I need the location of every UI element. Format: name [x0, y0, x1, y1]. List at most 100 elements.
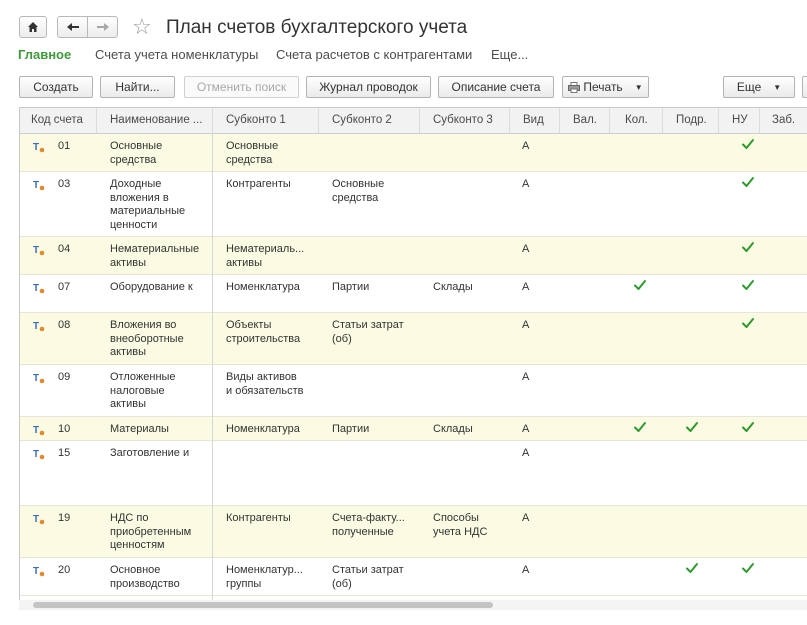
- table-header: Код счета Наименование ... Субконто 1 Су…: [20, 108, 807, 134]
- cell-subconto2: Основные средства: [332, 178, 385, 204]
- cell-subconto2: Статьи затрат (об): [332, 564, 404, 590]
- tab-nomenclature-accounts[interactable]: Счета учета номенклатуры: [95, 47, 258, 62]
- page-title: План счетов бухгалтерского учета: [166, 17, 468, 38]
- cell-subconto1: Номенклатур... группы: [226, 564, 303, 590]
- printer-icon: [568, 81, 581, 93]
- print-button[interactable]: Печать ▼: [562, 76, 649, 98]
- column-header-tax[interactable]: НУ: [719, 108, 760, 133]
- svg-text:T: T: [33, 425, 39, 436]
- cell-name: Вложения во внеоборотные активы: [110, 319, 184, 358]
- tax-check-icon: [741, 278, 755, 292]
- quantity-check-icon: [633, 420, 647, 434]
- arrow-left-icon: [66, 23, 79, 31]
- tax-check-icon: [741, 420, 755, 434]
- column-header-code[interactable]: Код счета: [20, 108, 97, 133]
- home-button[interactable]: [19, 16, 47, 38]
- cell-name: Отложенные налоговые активы: [110, 371, 176, 410]
- account-type-icon: T: [33, 513, 47, 525]
- account-type-icon: T: [33, 320, 47, 332]
- cell-kind: А: [522, 564, 530, 576]
- cell-name: Основные средства: [110, 140, 163, 166]
- cell-name: Материалы: [110, 423, 169, 435]
- cell-kind: А: [522, 243, 530, 255]
- forward-button[interactable]: [87, 16, 118, 38]
- back-button[interactable]: [57, 16, 88, 38]
- cell-subconto1: Контрагенты: [226, 178, 291, 190]
- cell-name: Заготовление и: [110, 447, 190, 459]
- cell-subconto1: Номенклатура: [226, 281, 300, 293]
- journal-button[interactable]: Журнал проводок: [306, 76, 431, 98]
- print-label: Печать: [583, 80, 623, 94]
- column-header-kind[interactable]: Вид: [510, 108, 560, 133]
- column-header-subconto1[interactable]: Субконто 1: [213, 108, 319, 133]
- cell-code: 01: [58, 140, 71, 152]
- chevron-down-icon: ▼: [634, 82, 643, 92]
- more-button[interactable]: Еще ▼: [723, 76, 795, 98]
- cell-kind: А: [522, 140, 530, 152]
- table-row[interactable]: T 10 Материалы Номенклатура Партии Склады А: [20, 417, 807, 441]
- account-type-icon: T: [33, 282, 47, 294]
- column-header-department[interactable]: Подр.: [663, 108, 719, 133]
- tab-counterparty-accounts[interactable]: Счета расчетов с контрагентами: [276, 47, 472, 62]
- account-type-icon: T: [33, 448, 47, 460]
- cell-subconto1: Нематериаль... активы: [226, 243, 305, 269]
- cell-subconto1: Основные средства: [226, 140, 279, 166]
- cell-code: 08: [58, 319, 71, 331]
- more-label: Еще: [736, 80, 762, 94]
- cancel-search-button[interactable]: Отменить поиск: [184, 76, 299, 98]
- cell-subconto3: Способы учета НДС: [433, 512, 488, 538]
- cell-subconto1: Объекты строительства: [226, 319, 301, 345]
- column-header-offbalance[interactable]: Заб.: [760, 108, 807, 133]
- create-button[interactable]: Создать: [19, 76, 93, 98]
- cell-kind: А: [522, 281, 530, 293]
- svg-text:T: T: [33, 514, 39, 525]
- cell-code: 20: [58, 564, 71, 576]
- table-row[interactable]: T 03 Доходные вложения в материальные ценн…: [20, 172, 807, 237]
- table-row[interactable]: T 20 Основное производство Номенклатур... г…: [20, 558, 807, 596]
- table-row[interactable]: T 08 Вложения во внеоборотные активы Объект…: [20, 313, 807, 365]
- create-label: Создать: [33, 80, 79, 94]
- cell-code: 15: [58, 447, 71, 459]
- table-row[interactable]: T 01 Основные средства Основные средства А: [20, 134, 807, 172]
- horizontal-scrollbar[interactable]: [19, 600, 807, 610]
- home-icon: [28, 22, 38, 32]
- column-header-quantity[interactable]: Кол.: [610, 108, 663, 133]
- tab-main[interactable]: Главное: [18, 47, 71, 62]
- tax-check-icon: [741, 175, 755, 189]
- account-description-button[interactable]: Описание счета: [438, 76, 554, 98]
- tax-check-icon: [741, 137, 755, 151]
- cell-kind: А: [522, 371, 530, 383]
- table-row[interactable]: T 07 Оборудование к Номенклатура Партии Склад…: [20, 275, 807, 313]
- svg-text:T: T: [33, 321, 39, 332]
- star-icon[interactable]: ☆: [132, 15, 152, 39]
- account-type-icon: T: [33, 244, 47, 256]
- cell-code: 10: [58, 423, 71, 435]
- column-header-subconto3[interactable]: Субконто 3: [420, 108, 510, 133]
- column-header-currency[interactable]: Вал.: [560, 108, 610, 133]
- column-divider: [212, 134, 213, 609]
- table-row[interactable]: T 15 Заготовление и А: [20, 441, 807, 506]
- accounts-table: Код счета Наименование ... Субконто 1 Су…: [19, 107, 807, 610]
- table-row[interactable]: T 09 Отложенные налоговые активы Виды актив…: [20, 365, 807, 417]
- cell-name: НДС по приобретенным ценностям: [110, 512, 192, 551]
- svg-text:T: T: [33, 245, 39, 256]
- description-label: Описание счета: [451, 80, 541, 94]
- find-button[interactable]: Найти...: [100, 76, 175, 98]
- cell-subconto2: Партии: [332, 281, 370, 293]
- table-row[interactable]: T 04 Нематериальные активы Нематериаль... а…: [20, 237, 807, 275]
- svg-text:T: T: [33, 142, 39, 153]
- cell-name: Доходные вложения в материальные ценност…: [110, 178, 186, 231]
- cell-subconto2: Партии: [332, 423, 370, 435]
- cell-subconto2: Статьи затрат (об): [332, 319, 404, 345]
- scrollbar-thumb[interactable]: [33, 602, 493, 608]
- column-header-name[interactable]: Наименование ...: [97, 108, 213, 133]
- account-type-icon: T: [33, 372, 47, 384]
- cell-code: 04: [58, 243, 71, 255]
- help-button[interactable]: [802, 76, 807, 98]
- cell-code: 03: [58, 178, 71, 190]
- arrow-right-icon: [96, 23, 109, 31]
- table-row[interactable]: T 19 НДС по приобретенным ценностям Контраг…: [20, 506, 807, 558]
- svg-text:T: T: [33, 373, 39, 384]
- column-header-subconto2[interactable]: Субконто 2: [319, 108, 420, 133]
- tab-more[interactable]: Еще...: [491, 47, 528, 62]
